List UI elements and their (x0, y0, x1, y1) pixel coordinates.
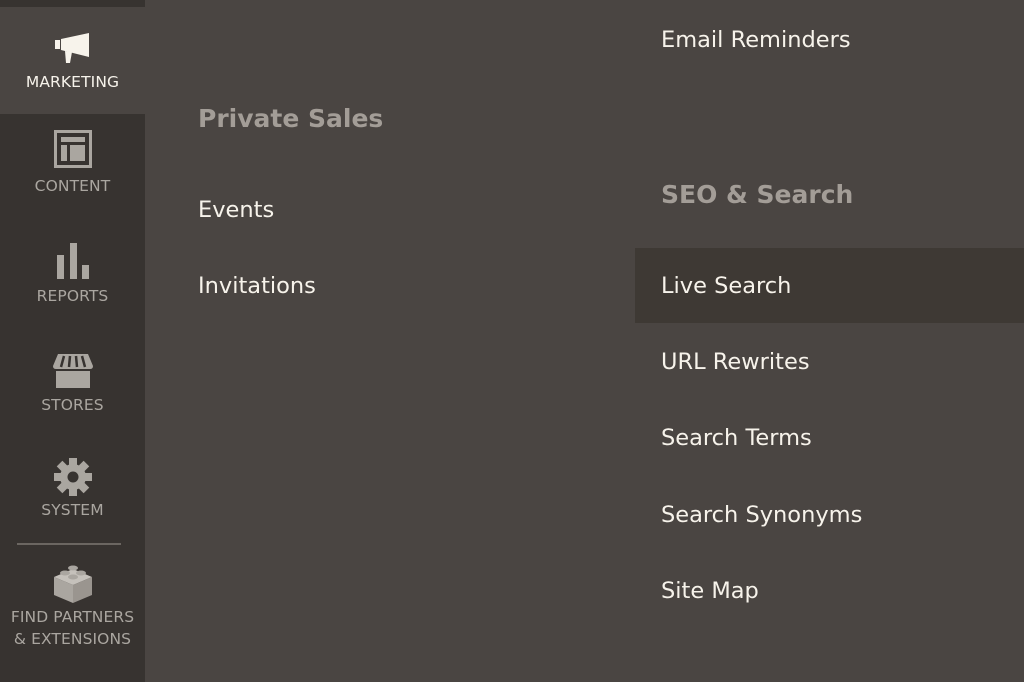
section-heading-seo-search: SEO & Search (661, 180, 854, 209)
sidebar-item-marketing[interactable]: MARKETING (0, 7, 145, 114)
sidebar-item-label: CONTENT (34, 177, 111, 195)
menu-link-email-reminders[interactable]: Email Reminders (661, 27, 851, 53)
sidebar-item-label: STORES (41, 396, 104, 414)
menu-link-invitations[interactable]: Invitations (198, 273, 316, 299)
menu-link-live-search[interactable]: Live Search (661, 273, 791, 299)
menu-link-url-rewrites[interactable]: URL Rewrites (661, 349, 810, 375)
sidebar-item-label-line2: & EXTENSIONS (13, 630, 132, 648)
bar-chart-icon (55, 243, 91, 279)
megaphone-icon (53, 33, 93, 65)
section-heading-private-sales: Private Sales (198, 104, 384, 133)
sidebar-item-label: SYSTEM (41, 501, 104, 519)
storefront-icon (52, 354, 94, 388)
menu-link-search-terms[interactable]: Search Terms (661, 425, 812, 451)
menu-link-events[interactable]: Events (198, 197, 274, 223)
sidebar-item-label-line1: FIND PARTNERS (10, 608, 135, 626)
sidebar-item-label: REPORTS (36, 287, 109, 305)
sidebar-item-system[interactable]: SYSTEM (0, 457, 145, 537)
sidebar-item-stores[interactable]: STORES (0, 354, 145, 434)
gear-icon (53, 457, 93, 497)
sidebar-divider (17, 543, 121, 545)
sidebar-item-find-partners-extensions[interactable]: FIND PARTNERS & EXTENSIONS (0, 563, 145, 663)
lego-brick-icon (52, 563, 94, 603)
sidebar-top-edge (0, 0, 145, 7)
menu-link-search-synonyms[interactable]: Search Synonyms (661, 502, 862, 528)
sidebar-item-reports[interactable]: REPORTS (0, 243, 145, 323)
sidebar-item-content[interactable]: CONTENT (0, 130, 145, 210)
menu-link-site-map[interactable]: Site Map (661, 578, 759, 604)
admin-sidebar: MARKETING CONTENT REPORTS STORES SYSTEM … (0, 0, 145, 682)
content-layout-icon (53, 130, 92, 168)
sidebar-item-label: MARKETING (25, 73, 120, 91)
